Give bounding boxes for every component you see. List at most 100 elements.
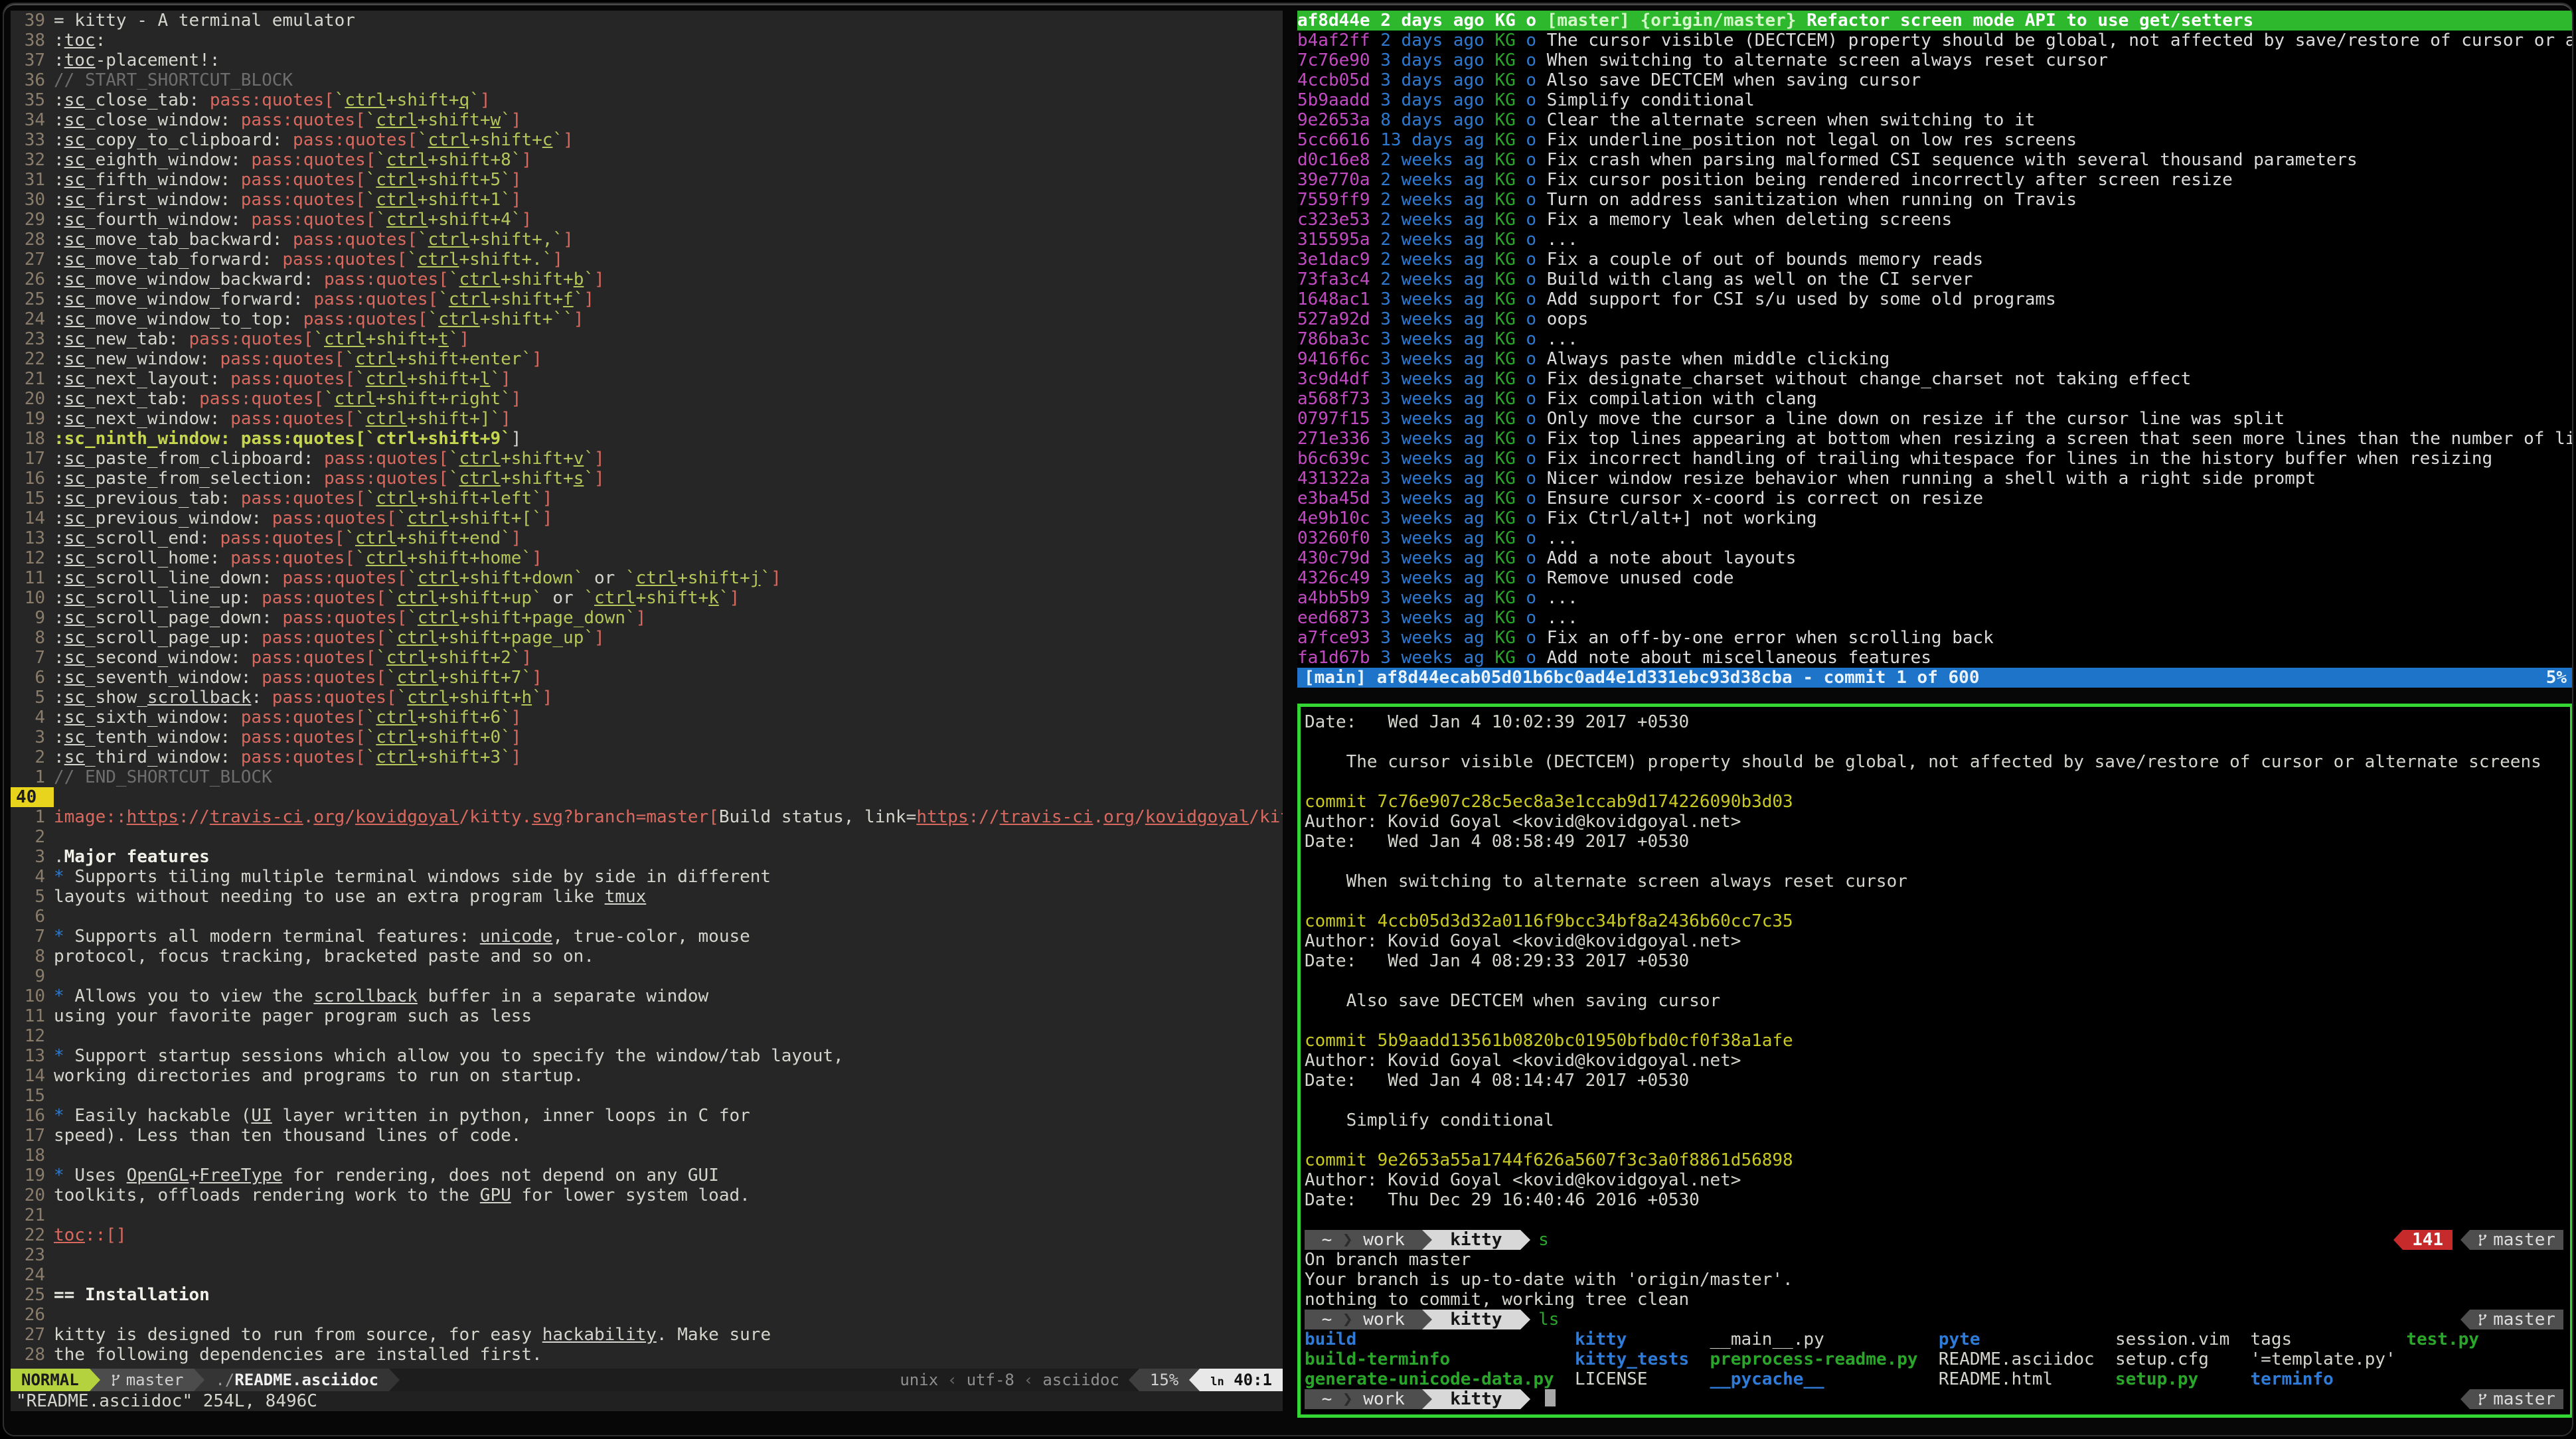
vim-line[interactable]: 8protocol, focus tracking, bracketed pas…: [11, 947, 1283, 966]
vim-line[interactable]: 16:sc_paste_from_selection: pass:quotes[…: [11, 469, 1283, 489]
vim-line[interactable]: 4:sc_sixth_window: pass:quotes[`ctrl+shi…: [11, 708, 1283, 727]
vim-line[interactable]: 32:sc_eighth_window: pass:quotes[`ctrl+s…: [11, 150, 1283, 170]
vim-line[interactable]: 24:sc_move_window_to_top: pass:quotes[`c…: [11, 309, 1283, 329]
vim-line[interactable]: 27kitty is designed to run from source, …: [11, 1325, 1283, 1345]
tig-commit-row[interactable]: 39e770a 2 weeks ag KG o Fix cursor posit…: [1297, 170, 2573, 190]
tig-commit-row[interactable]: af8d44e 2 days ago KG o [master] {origin…: [1297, 11, 2573, 31]
vim-line[interactable]: 22toc::[]: [11, 1225, 1283, 1245]
vim-line[interactable]: 20toolkits, offloads rendering work to t…: [11, 1185, 1283, 1205]
shell-pane[interactable]: Date: Wed Jan 4 10:02:39 2017 +0530 The …: [1297, 704, 2573, 1418]
vim-line[interactable]: 19* Uses OpenGL+FreeType for rendering, …: [11, 1166, 1283, 1185]
tig-commit-row[interactable]: 9416f6c 3 weeks ag KG o Always paste whe…: [1297, 349, 2573, 369]
vim-line[interactable]: 38:toc:: [11, 31, 1283, 50]
vim-line[interactable]: 21:sc_next_layout: pass:quotes[`ctrl+shi…: [11, 369, 1283, 389]
tig-log-pane[interactable]: af8d44e 2 days ago KG o [master] {origin…: [1297, 11, 2573, 688]
vim-line[interactable]: 6:sc_seventh_window: pass:quotes[`ctrl+s…: [11, 668, 1283, 688]
tig-commit-row[interactable]: 4326c49 3 weeks ag KG o Remove unused co…: [1297, 568, 2573, 588]
vim-line[interactable]: 30:sc_first_window: pass:quotes[`ctrl+sh…: [11, 190, 1283, 210]
vim-line[interactable]: 12:sc_scroll_home: pass:quotes[`ctrl+shi…: [11, 548, 1283, 568]
vim-line[interactable]: 13* Support startup sessions which allow…: [11, 1046, 1283, 1066]
tig-commit-row[interactable]: b4af2ff 2 days ago KG o The cursor visib…: [1297, 31, 2573, 50]
vim-line[interactable]: 6: [11, 907, 1283, 927]
shell-prompt-line[interactable]: ~ ❯ work kitty s141master: [1305, 1230, 2566, 1250]
tig-commit-row[interactable]: 786ba3c 3 weeks ag KG o ...: [1297, 329, 2573, 349]
vim-line[interactable]: 28the following dependencies are install…: [11, 1345, 1283, 1365]
vim-line[interactable]: 15:sc_previous_tab: pass:quotes[`ctrl+sh…: [11, 489, 1283, 508]
tig-commit-row[interactable]: eed6873 3 weeks ag KG o ...: [1297, 608, 2573, 628]
tig-commit-row[interactable]: e3ba45d 3 weeks ag KG o Ensure cursor x-…: [1297, 489, 2573, 508]
tig-commit-row[interactable]: 527a92d 3 weeks ag KG o oops: [1297, 309, 2573, 329]
shell-prompt-line[interactable]: ~ ❯ work kitty master: [1305, 1389, 2566, 1409]
tig-commit-row[interactable]: 73fa3c4 2 weeks ag KG o Build with clang…: [1297, 269, 2573, 289]
tig-commit-row[interactable]: 5b9aadd 3 days ago KG o Simplify conditi…: [1297, 90, 2573, 110]
tig-commit-row[interactable]: 9e2653a 8 days ago KG o Clear the altern…: [1297, 110, 2573, 130]
vim-line[interactable]: 36// START_SHORTCUT_BLOCK: [11, 70, 1283, 90]
tig-commit-row[interactable]: 5cc6616 13 days ag KG o Fix underline_po…: [1297, 130, 2573, 150]
tig-commit-row[interactable]: 271e336 3 weeks ag KG o Fix top lines ap…: [1297, 429, 2573, 449]
tig-commit-row[interactable]: d0c16e8 2 weeks ag KG o Fix crash when p…: [1297, 150, 2573, 170]
vim-line[interactable]: 9: [11, 966, 1283, 986]
vim-line[interactable]: 37:toc-placement!:: [11, 50, 1283, 70]
tig-commit-row[interactable]: 4ccb05d 3 days ago KG o Also save DECTCE…: [1297, 70, 2573, 90]
vim-line[interactable]: 31:sc_fifth_window: pass:quotes[`ctrl+sh…: [11, 170, 1283, 190]
vim-line[interactable]: 15: [11, 1086, 1283, 1106]
vim-line[interactable]: 5:sc_show_scrollback: pass:quotes[`ctrl+…: [11, 688, 1283, 708]
vim-line[interactable]: 23:sc_new_tab: pass:quotes[`ctrl+shift+t…: [11, 329, 1283, 349]
vim-line[interactable]: 11using your favorite pager program such…: [11, 1006, 1283, 1026]
vim-line[interactable]: 9:sc_scroll_page_down: pass:quotes[`ctrl…: [11, 608, 1283, 628]
tig-commit-row[interactable]: 0797f15 3 weeks ag KG o Only move the cu…: [1297, 409, 2573, 429]
vim-line[interactable]: 14working directories and programs to ru…: [11, 1066, 1283, 1086]
vim-line[interactable]: 14:sc_previous_window: pass:quotes[`ctrl…: [11, 508, 1283, 528]
tig-commit-row[interactable]: fa1d67b 3 weeks ag KG o Add note about m…: [1297, 648, 2573, 668]
vim-line[interactable]: 8:sc_scroll_page_up: pass:quotes[`ctrl+s…: [11, 628, 1283, 648]
typed-command[interactable]: s: [1530, 1230, 1549, 1250]
typed-command[interactable]: [1530, 1389, 1538, 1409]
tig-commit-row[interactable]: 7c76e90 3 days ago KG o When switching t…: [1297, 50, 2573, 70]
vim-line[interactable]: 1image::https://travis-ci.org/kovidgoyal…: [11, 807, 1283, 827]
vim-line[interactable]: 3:sc_tenth_window: pass:quotes[`ctrl+shi…: [11, 727, 1283, 747]
vim-line[interactable]: 27:sc_move_tab_forward: pass:quotes[`ctr…: [11, 250, 1283, 269]
tig-commit-row[interactable]: a568f73 3 weeks ag KG o Fix compilation …: [1297, 389, 2573, 409]
vim-line[interactable]: 11:sc_scroll_line_down: pass:quotes[`ctr…: [11, 568, 1283, 588]
vim-line[interactable]: 7* Supports all modern terminal features…: [11, 927, 1283, 947]
vim-line[interactable]: 22:sc_new_window: pass:quotes[`ctrl+shif…: [11, 349, 1283, 369]
vim-line[interactable]: 18:sc_ninth_window: pass:quotes[`ctrl+sh…: [11, 429, 1283, 449]
shell-prompt-line[interactable]: ~ ❯ work kitty lsmaster: [1305, 1310, 2566, 1329]
vim-line[interactable]: 25== Installation: [11, 1285, 1283, 1305]
vim-line[interactable]: 35:sc_close_tab: pass:quotes[`ctrl+shift…: [11, 90, 1283, 110]
vim-line[interactable]: 28:sc_move_tab_backward: pass:quotes[`ct…: [11, 230, 1283, 250]
tig-commit-row[interactable]: 3e1dac9 2 weeks ag KG o Fix a couple of …: [1297, 250, 2573, 269]
vim-line[interactable]: 25:sc_move_window_forward: pass:quotes[`…: [11, 289, 1283, 309]
vim-line[interactable]: 17:sc_paste_from_clipboard: pass:quotes[…: [11, 449, 1283, 469]
tig-commit-row[interactable]: 3c9d4df 3 weeks ag KG o Fix designate_ch…: [1297, 369, 2573, 389]
vim-line[interactable]: 23: [11, 1245, 1283, 1265]
vim-line[interactable]: 16* Easily hackable (UI layer written in…: [11, 1106, 1283, 1126]
tig-commit-row[interactable]: c323e53 2 weeks ag KG o Fix a memory lea…: [1297, 210, 2573, 230]
tig-commit-row[interactable]: 03260f0 3 weeks ag KG o ...: [1297, 528, 2573, 548]
tig-commit-row[interactable]: 7559ff9 2 weeks ag KG o Turn on address …: [1297, 190, 2573, 210]
tig-commit-row[interactable]: 430c79d 3 weeks ag KG o Add a note about…: [1297, 548, 2573, 568]
vim-line[interactable]: 10:sc_scroll_line_up: pass:quotes[`ctrl+…: [11, 588, 1283, 608]
tig-commit-row[interactable]: b6c639c 3 weeks ag KG o Fix incorrect ha…: [1297, 449, 2573, 469]
tig-commit-row[interactable]: 315595a 2 weeks ag KG o ...: [1297, 230, 2573, 250]
vim-line[interactable]: 17speed). Less than ten thousand lines o…: [11, 1126, 1283, 1146]
vim-line[interactable]: 26: [11, 1305, 1283, 1325]
tig-commit-row[interactable]: a7fce93 3 weeks ag KG o Fix an off-by-on…: [1297, 628, 2573, 648]
vim-line[interactable]: 40: [11, 787, 1283, 807]
vim-line[interactable]: 33:sc_copy_to_clipboard: pass:quotes[`ct…: [11, 130, 1283, 150]
vim-line[interactable]: 19:sc_next_window: pass:quotes[`ctrl+shi…: [11, 409, 1283, 429]
vim-line[interactable]: 2: [11, 827, 1283, 847]
vim-line[interactable]: 3.Major features: [11, 847, 1283, 867]
vim-line[interactable]: 13:sc_scroll_end: pass:quotes[`ctrl+shif…: [11, 528, 1283, 548]
vim-line[interactable]: 4* Supports tiling multiple terminal win…: [11, 867, 1283, 887]
tig-commit-row[interactable]: 4e9b10c 3 weeks ag KG o Fix Ctrl/alt+] n…: [1297, 508, 2573, 528]
vim-line[interactable]: 34:sc_close_window: pass:quotes[`ctrl+sh…: [11, 110, 1283, 130]
vim-line[interactable]: 26:sc_move_window_backward: pass:quotes[…: [11, 269, 1283, 289]
vim-line[interactable]: 2:sc_third_window: pass:quotes[`ctrl+shi…: [11, 747, 1283, 767]
tig-commit-row[interactable]: 1648ac1 3 weeks ag KG o Add support for …: [1297, 289, 2573, 309]
typed-command[interactable]: ls: [1530, 1310, 1559, 1329]
tig-commit-row[interactable]: 431322a 3 weeks ag KG o Nicer window res…: [1297, 469, 2573, 489]
vim-line[interactable]: 1// END_SHORTCUT_BLOCK: [11, 767, 1283, 787]
vim-line[interactable]: 7:sc_second_window: pass:quotes[`ctrl+sh…: [11, 648, 1283, 668]
tig-commit-row[interactable]: a4bb5b9 3 weeks ag KG o ...: [1297, 588, 2573, 608]
